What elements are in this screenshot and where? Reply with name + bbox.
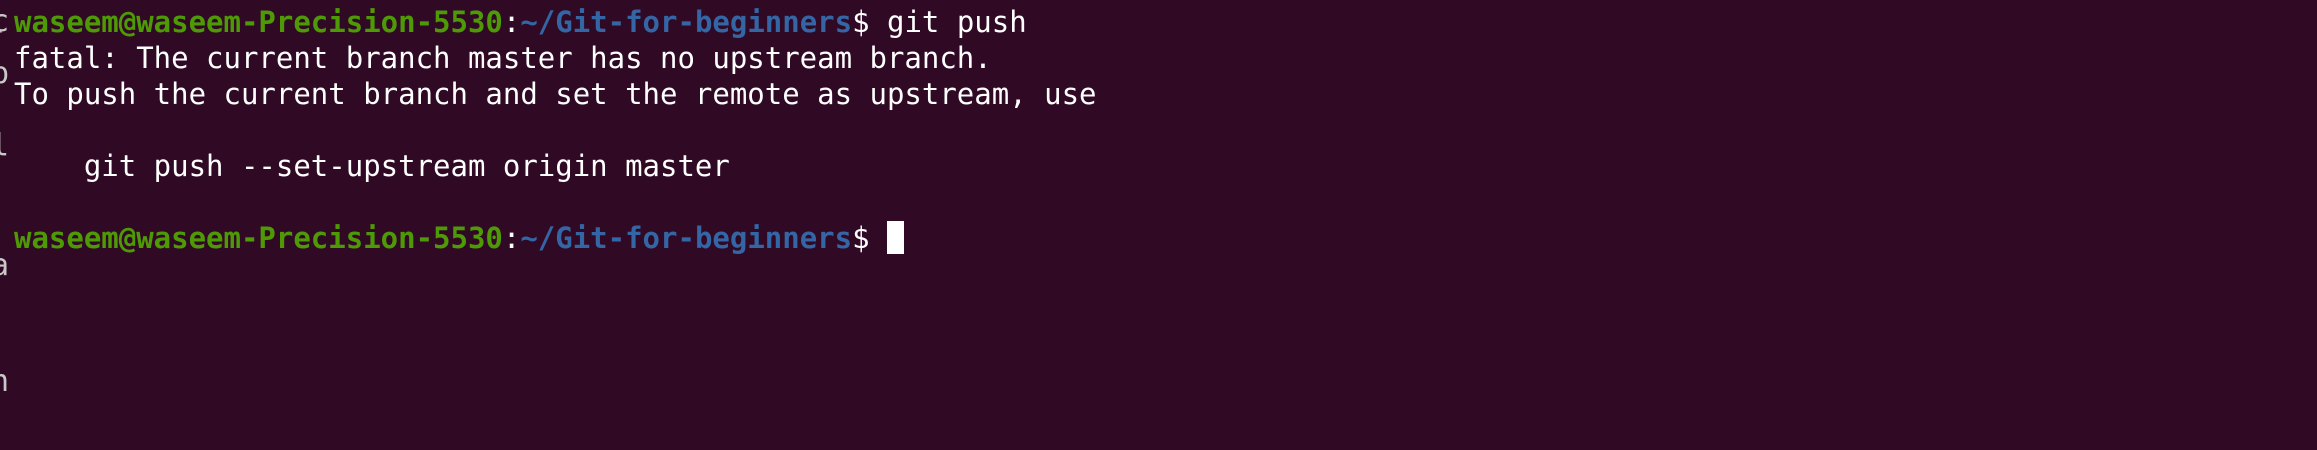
output-line: git push --set-upstream origin master	[14, 149, 730, 183]
edge-glyph: p	[0, 56, 10, 91]
terminal-screen[interactable]: waseem@waseem-Precision-5530:~/Git-for-b…	[14, 4, 2317, 450]
terminal-window[interactable]: c ` p l a h waseem@waseem-Precision-5530…	[0, 0, 2317, 450]
prompt-symbol: $	[852, 221, 887, 255]
prompt-symbol: $	[852, 5, 887, 39]
prompt-user-host: waseem@waseem-Precision-5530	[14, 221, 503, 255]
prompt-separator: :	[502, 5, 521, 39]
prompt-separator: :	[502, 221, 521, 255]
edge-glyph: a	[0, 248, 10, 283]
text-cursor[interactable]	[887, 221, 904, 254]
prompt-path: ~/Git-for-beginners	[520, 5, 853, 39]
prompt-line: waseem@waseem-Precision-5530:~/Git-for-b…	[14, 4, 2317, 40]
edge-glyph: `	[0, 24, 10, 59]
prompt-user-host: waseem@waseem-Precision-5530	[14, 5, 503, 39]
output-line: To push the current branch and set the r…	[14, 77, 1097, 111]
edge-glyph: l	[0, 128, 10, 163]
output-line: fatal: The current branch master has no …	[14, 41, 992, 75]
edge-glyph: h	[0, 364, 10, 399]
entered-command: git push	[887, 5, 1027, 39]
prompt-path: ~/Git-for-beginners	[520, 221, 853, 255]
adjacent-window-edge: c ` p l a h	[0, 0, 11, 450]
active-prompt-line[interactable]: waseem@waseem-Precision-5530:~/Git-for-b…	[14, 220, 2317, 256]
